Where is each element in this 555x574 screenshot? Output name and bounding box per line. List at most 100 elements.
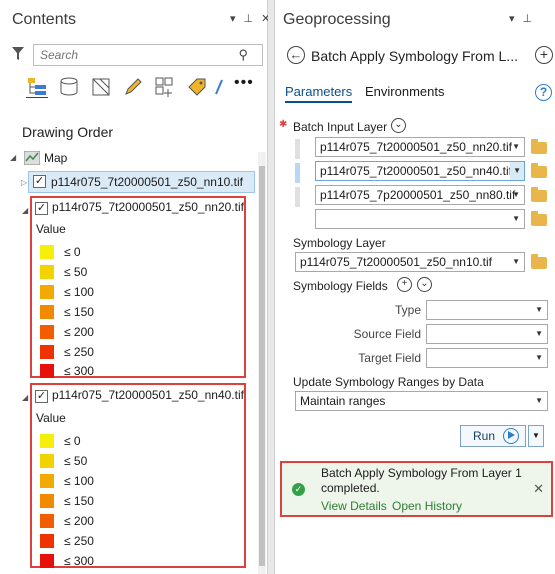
batch-input-dropdown[interactable]: p114r075_7t20000501_z50_nn40.tif ▼ xyxy=(315,161,525,181)
more-options-icon[interactable]: ••• xyxy=(234,75,256,98)
open-history-link[interactable]: Open History xyxy=(392,499,462,513)
batch-input-dropdown[interactable]: p114r075_7t20000501_z50_nn20.tif ▼ xyxy=(315,137,525,157)
layer-name[interactable]: p114r075_7t20000501_z50_nn40.tif xyxy=(52,388,244,402)
collapse-icon[interactable]: ◢ xyxy=(10,148,16,168)
legend-item[interactable]: ≤ 150 xyxy=(40,491,94,509)
legend-label: ≤ 150 xyxy=(64,304,94,319)
search-icon[interactable]: ⚲ xyxy=(238,47,248,63)
view-details-link[interactable]: View Details xyxy=(321,499,387,513)
symbology-layer-value: p114r075_7t20000501_z50_nn10.tif xyxy=(300,255,492,269)
legend-item[interactable]: ≤ 200 xyxy=(40,322,94,340)
legend-label: ≤ 300 xyxy=(64,363,94,378)
browse-folder-icon[interactable] xyxy=(531,187,547,202)
legend-swatch xyxy=(40,493,54,508)
layer-name[interactable]: p114r075_7t20000501_z50_nn20.tif xyxy=(52,200,244,214)
layer-visibility-checkbox[interactable]: ✓ xyxy=(35,390,48,403)
run-button[interactable]: Run xyxy=(460,425,526,447)
legend-header: Value xyxy=(36,222,66,236)
legend-item[interactable]: ≤ 50 xyxy=(40,451,87,469)
legend-swatch xyxy=(40,244,54,259)
legend-swatch xyxy=(40,284,54,299)
pane-window-controls: ▾ ⊥ xyxy=(501,12,532,25)
legend-item[interactable]: ≤ 300 xyxy=(40,361,94,379)
legend-item[interactable]: ≤ 0 xyxy=(40,431,81,449)
legend-item[interactable]: ≤ 200 xyxy=(40,511,94,529)
run-options-dropdown[interactable]: ▼ xyxy=(528,425,544,447)
layer-row-nn10[interactable]: ▷ ✓ p114r075_7t20000501_z50_nn10.tif xyxy=(21,171,255,193)
legend-item[interactable]: ≤ 100 xyxy=(40,471,94,489)
batch-input-options-icon[interactable]: ⌄ xyxy=(391,118,406,133)
batch-input-dropdown[interactable]: p114r075_7p20000501_z50_nn80.tif ▼ xyxy=(315,185,525,205)
browse-folder-icon[interactable] xyxy=(531,254,547,269)
list-by-drawing-order-icon[interactable] xyxy=(26,76,48,98)
search-box[interactable]: ⚲ xyxy=(33,44,263,66)
tab-environments[interactable]: Environments xyxy=(365,84,444,99)
expand-icon[interactable]: ▷ xyxy=(21,173,27,193)
type-label: Type xyxy=(394,303,421,317)
contents-scrollbar[interactable] xyxy=(258,152,266,574)
collapse-icon[interactable]: ◢ xyxy=(22,393,28,402)
pane-options-icon[interactable]: ▾ xyxy=(230,13,236,25)
legend-item[interactable]: ≤ 50 xyxy=(40,262,87,280)
legend-label: ≤ 50 xyxy=(64,264,88,279)
batch-input-value: p114r075_7t20000501_z50_nn40.tif xyxy=(320,164,512,178)
list-by-labeling-icon[interactable] xyxy=(186,76,208,98)
browse-folder-icon[interactable] xyxy=(531,163,547,178)
type-dropdown[interactable]: ▼ xyxy=(426,300,548,320)
search-input[interactable] xyxy=(34,45,234,65)
pin-icon[interactable]: ⊥ xyxy=(523,13,533,25)
layer-group-nn40: ◢ ✓ p114r075_7t20000501_z50_nn40.tif Val… xyxy=(22,383,246,569)
legend-label: ≤ 100 xyxy=(64,284,94,299)
scrollbar-thumb[interactable] xyxy=(259,166,265,566)
filter-icon[interactable] xyxy=(12,47,24,61)
update-ranges-value: Maintain ranges xyxy=(300,394,386,408)
pin-icon[interactable]: ⊥ xyxy=(244,13,254,25)
success-check-icon: ✓ xyxy=(292,483,305,496)
drawing-order-header: Drawing Order xyxy=(22,124,114,140)
row-handle[interactable] xyxy=(295,163,300,183)
browse-folder-icon[interactable] xyxy=(531,211,547,226)
list-by-selection-icon[interactable] xyxy=(90,76,112,98)
map-label: Map xyxy=(44,151,68,165)
layer-visibility-checkbox[interactable]: ✓ xyxy=(35,202,48,215)
list-by-perspective-icon[interactable] xyxy=(212,76,234,98)
legend-swatch xyxy=(40,473,54,488)
add-icon[interactable]: + xyxy=(535,46,553,64)
update-ranges-dropdown[interactable]: Maintain ranges ▼ xyxy=(295,391,548,411)
legend-label: ≤ 100 xyxy=(64,473,94,488)
legend-item[interactable]: ≤ 300 xyxy=(40,551,94,569)
row-handle[interactable] xyxy=(295,187,300,207)
pane-options-icon[interactable]: ▾ xyxy=(509,13,515,25)
legend-label: ≤ 50 xyxy=(64,453,88,468)
symbology-layer-label: Symbology Layer xyxy=(293,236,386,250)
legend-swatch xyxy=(40,264,54,279)
close-icon[interactable]: ✕ xyxy=(533,481,544,497)
symbology-layer-dropdown[interactable]: p114r075_7t20000501_z50_nn10.tif ▼ xyxy=(295,252,525,272)
list-by-editing-icon[interactable] xyxy=(122,76,144,98)
list-by-source-icon[interactable] xyxy=(58,76,80,98)
list-by-snapping-icon[interactable] xyxy=(154,76,176,98)
row-handle[interactable] xyxy=(295,139,300,159)
legend-label: ≤ 150 xyxy=(64,493,94,508)
source-field-dropdown[interactable]: ▼ xyxy=(426,324,548,344)
collapse-icon[interactable]: ◢ xyxy=(22,206,28,215)
contents-pane: Contents ▾⊥✕ ⚲ ••• xyxy=(0,0,270,574)
batch-input-dropdown-empty[interactable]: ▼ xyxy=(315,209,525,229)
map-icon xyxy=(24,151,40,165)
target-field-dropdown[interactable]: ▼ xyxy=(426,348,548,368)
back-button[interactable]: ← xyxy=(287,46,305,64)
map-node[interactable]: ◢ Map xyxy=(10,148,250,168)
legend-item[interactable]: ≤ 100 xyxy=(40,282,94,300)
layer-visibility-checkbox[interactable]: ✓ xyxy=(33,175,46,188)
help-icon[interactable]: ? xyxy=(535,84,552,101)
contents-title: Contents xyxy=(12,11,77,28)
legend-item[interactable]: ≤ 0 xyxy=(40,242,81,260)
legend-item[interactable]: ≤ 250 xyxy=(40,342,94,360)
tab-parameters[interactable]: Parameters xyxy=(285,84,353,103)
legend-item[interactable]: ≤ 250 xyxy=(40,531,94,549)
play-icon xyxy=(503,428,519,444)
legend-item[interactable]: ≤ 150 xyxy=(40,302,94,320)
browse-folder-icon[interactable] xyxy=(531,139,547,154)
add-field-icon[interactable]: + xyxy=(397,277,412,292)
field-options-icon[interactable]: ⌄ xyxy=(417,277,432,292)
